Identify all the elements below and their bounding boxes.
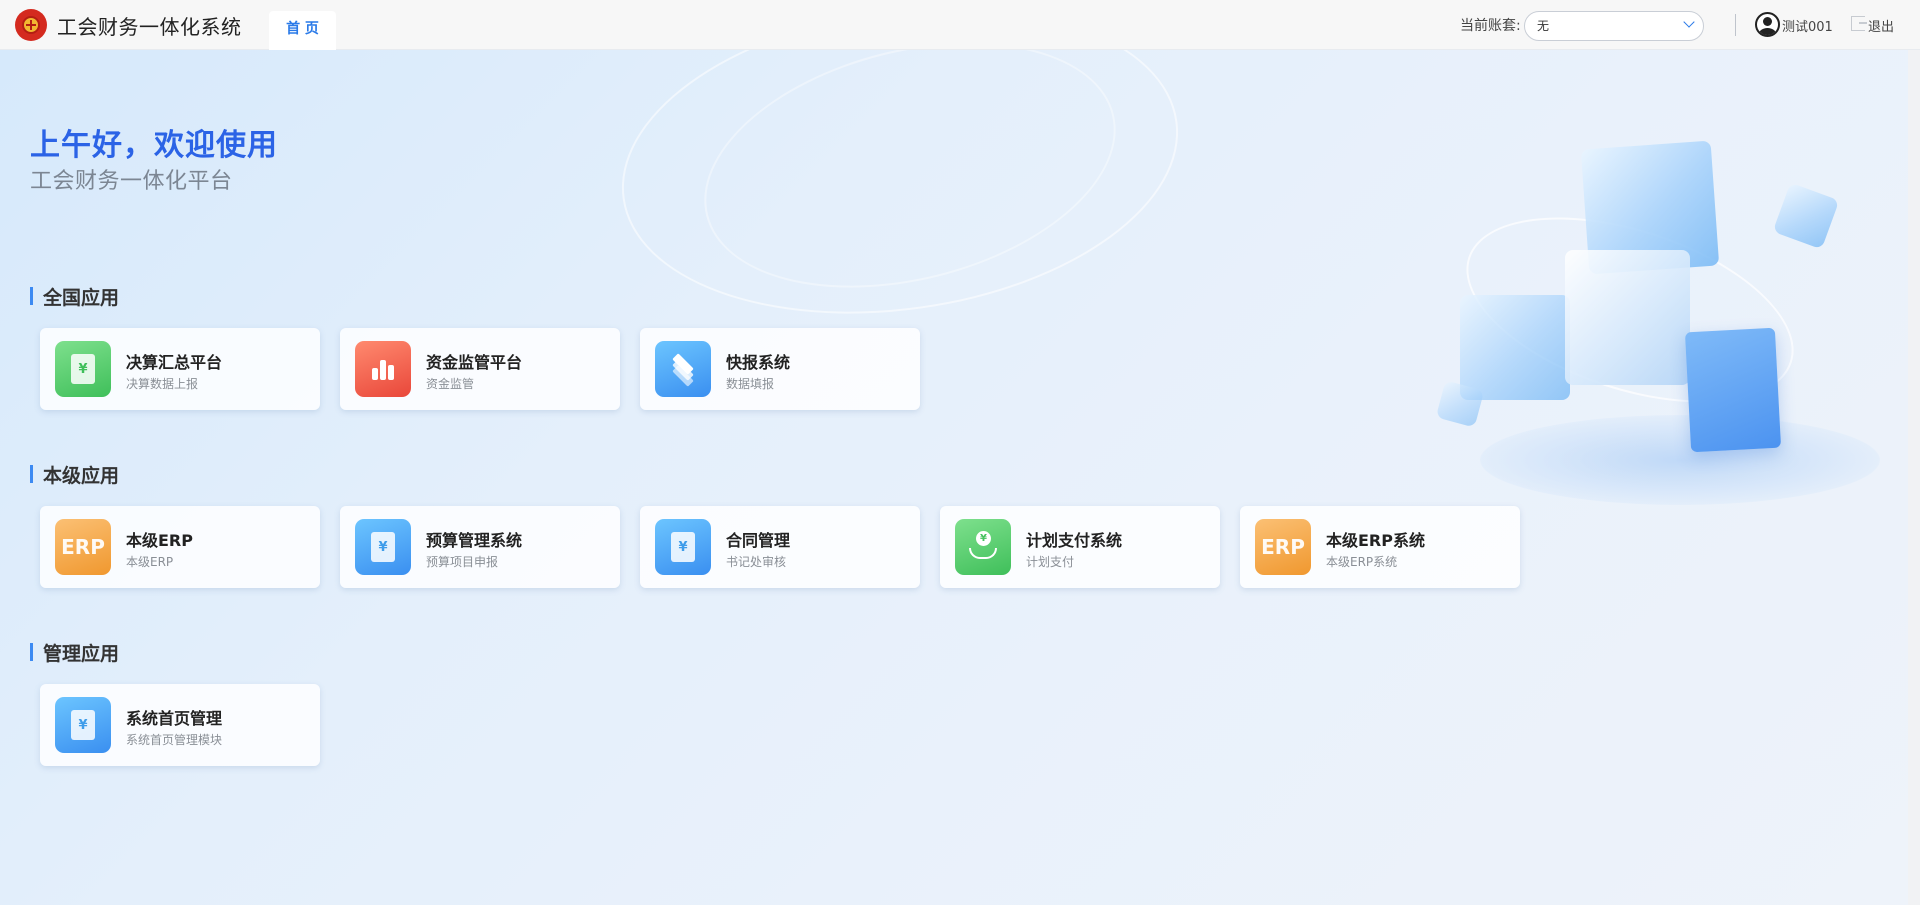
- app-card-homepage-management[interactable]: ¥ 系统首页管理 系统首页管理模块: [40, 684, 320, 766]
- app-card-title: 合同管理: [726, 531, 791, 550]
- app-card-desc: 资金监管: [426, 377, 475, 391]
- app-card-local-erp[interactable]: ERP 本级ERP 本级ERP: [40, 506, 320, 588]
- app-card-planned-payment[interactable]: ¥ 计划支付系统 计划支付: [940, 506, 1220, 588]
- erp-icon: ERP: [1255, 519, 1311, 575]
- app-card-desc: 预算项目申报: [426, 555, 499, 569]
- tab-home[interactable]: 首 页: [269, 11, 336, 50]
- app-card-local-erp-system[interactable]: ERP 本级ERP系统 本级ERP系统: [1240, 506, 1520, 588]
- user-avatar-icon[interactable]: [1755, 12, 1780, 37]
- app-card-desc: 本级ERP系统: [1326, 555, 1398, 569]
- header-divider: [1735, 14, 1736, 36]
- app-card-title: 预算管理系统: [426, 531, 523, 550]
- hero-illustration: [1435, 95, 1880, 505]
- app-card-title: 系统首页管理: [126, 709, 223, 728]
- app-card-title: 本级ERP系统: [1326, 531, 1425, 550]
- app-card-contract-management[interactable]: ¥ 合同管理 书记处审核: [640, 506, 920, 588]
- chevron-down-icon: [1683, 16, 1695, 28]
- app-card-title: 快报系统: [726, 353, 791, 372]
- vertical-scrollbar[interactable]: [1908, 50, 1920, 905]
- app-card-final-accounts[interactable]: ¥ 决算汇总平台 决算数据上报: [40, 328, 320, 410]
- app-card-title: 资金监管平台: [426, 353, 523, 372]
- logout-icon[interactable]: [1851, 16, 1867, 31]
- greeting-heading: 上午好，欢迎使用: [30, 128, 278, 163]
- app-card-desc: 书记处审核: [726, 555, 787, 569]
- app-card-desc: 系统首页管理模块: [126, 733, 223, 747]
- top-header: 工会财务一体化系统 首 页 当前账套: 无 测试001 退出: [0, 0, 1920, 50]
- union-logo-icon: [15, 9, 47, 41]
- layers-icon: [655, 341, 711, 397]
- ledger-yen-icon: ¥: [55, 341, 111, 397]
- home-dashboard: 上午好，欢迎使用 工会财务一体化平台 全国应用 ¥ 决算汇总平台 决算数据上报 …: [0, 50, 1920, 905]
- section-title-management: 管理应用: [30, 639, 119, 666]
- hand-coin-icon: ¥: [955, 519, 1011, 575]
- app-card-title: 本级ERP: [126, 531, 193, 550]
- account-label: 当前账套:: [1460, 18, 1521, 34]
- budget-doc-icon: ¥: [355, 519, 411, 575]
- home-doc-icon: ¥: [55, 697, 111, 753]
- contract-doc-icon: ¥: [655, 519, 711, 575]
- account-select-value: 无: [1537, 19, 1550, 33]
- logout-button[interactable]: 退出: [1868, 16, 1894, 35]
- app-card-desc: 决算数据上报: [126, 377, 199, 391]
- app-card-title: 决算汇总平台: [126, 353, 223, 372]
- app-card-flash-report[interactable]: 快报系统 数据填报: [640, 328, 920, 410]
- app-card-desc: 计划支付: [1026, 555, 1075, 569]
- section-title-local: 本级应用: [30, 461, 119, 488]
- app-card-title: 计划支付系统: [1026, 531, 1123, 550]
- app-card-desc: 本级ERP: [126, 555, 174, 569]
- section-title-national: 全国应用: [30, 283, 119, 310]
- bar-chart-icon: [355, 341, 411, 397]
- app-title: 工会财务一体化系统: [57, 15, 242, 39]
- account-select[interactable]: 无: [1524, 11, 1704, 41]
- app-card-desc: 数据填报: [726, 377, 775, 391]
- greeting-subtitle: 工会财务一体化平台: [30, 169, 233, 194]
- user-name[interactable]: 测试001: [1782, 16, 1833, 35]
- app-card-fund-supervision[interactable]: 资金监管平台 资金监管: [340, 328, 620, 410]
- app-card-budget-management[interactable]: ¥ 预算管理系统 预算项目申报: [340, 506, 620, 588]
- erp-icon: ERP: [55, 519, 111, 575]
